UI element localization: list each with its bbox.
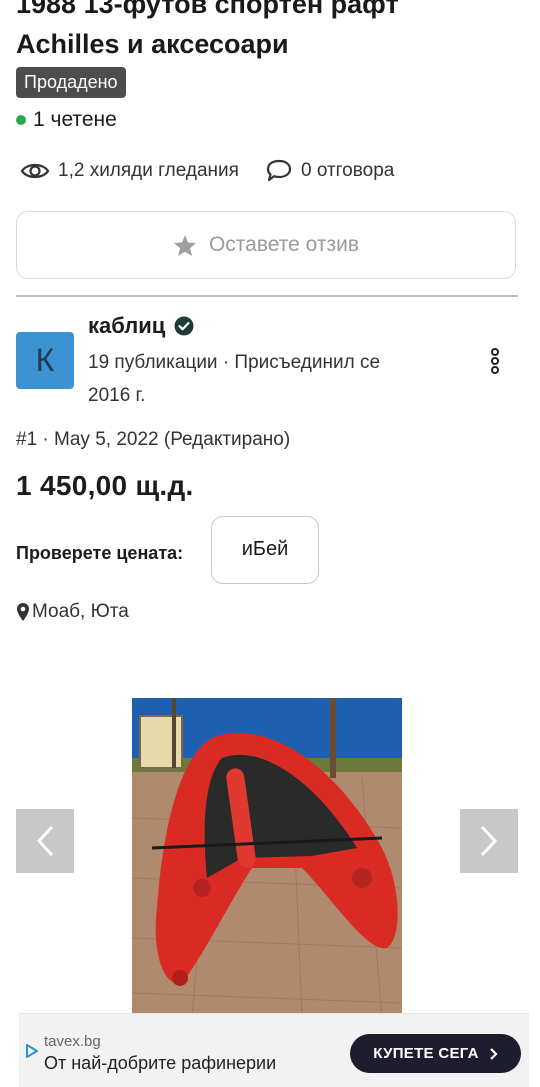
read-count: 1 четене — [16, 106, 117, 134]
check-price-label: Проверете цената: — [16, 543, 184, 563]
chevron-left-icon — [36, 825, 54, 857]
replies-text: 0 отговора — [300, 160, 395, 181]
chevron-right-icon — [480, 825, 498, 857]
replies-stat: 0 отговора — [265, 158, 394, 184]
author-name[interactable]: каблиц — [88, 313, 165, 339]
ad-buy-now-button[interactable]: КУПЕТЕ СЕГА — [350, 1034, 521, 1073]
gallery-prev-button[interactable] — [16, 809, 74, 873]
author-name-row: каблиц — [88, 313, 194, 339]
ebay-button[interactable]: иБей — [211, 516, 319, 584]
read-count-text: 1 четене — [33, 108, 117, 131]
map-pin-icon — [17, 603, 29, 621]
views-stat: 1,2 хиляди гледания — [20, 160, 239, 182]
eye-icon — [20, 163, 50, 179]
ad-domain: tavex.bg — [44, 1033, 101, 1050]
gallery-next-button[interactable] — [460, 809, 518, 873]
views-text: 1,2 хиляди гледания — [58, 160, 239, 181]
price: 1 450,00 щ.д. — [16, 470, 194, 501]
raft-image — [132, 698, 402, 1018]
star-icon — [173, 234, 196, 256]
listing-title: 1988 13-футов спортен рафт Achilles и ак… — [16, 0, 526, 64]
more-options-icon[interactable] — [485, 346, 505, 376]
section-divider — [16, 295, 518, 297]
listing-title-line-1: 1988 13-футов спортен рафт — [16, 0, 399, 19]
ad-text: От най-добрите рафинерии — [44, 1053, 277, 1073]
leave-review-label: Оставете отзив — [208, 233, 360, 256]
raft-photo[interactable] — [132, 698, 402, 1018]
verified-check-icon — [174, 316, 194, 336]
location-text: Моаб, Юта — [32, 601, 129, 622]
ad-choices-icon[interactable] — [25, 1044, 39, 1058]
post-meta: #1 · May 5, 2022 (Редактирано) — [16, 429, 291, 450]
author-avatar[interactable]: К — [16, 332, 74, 389]
author-meta: 19 публикации · Присъединил се 2016 г. — [88, 352, 381, 406]
ad-banner[interactable]: tavex.bg От най-добрите рафинерии КУПЕТЕ… — [19, 1013, 529, 1087]
sold-badge: Продадено — [16, 67, 126, 98]
leave-review-button[interactable]: Оставете отзив — [16, 211, 516, 279]
online-dot-icon — [16, 115, 26, 125]
speech-bubble-icon — [266, 159, 292, 182]
location: Моаб, Юта — [16, 601, 129, 623]
ad-cta-label: КУПЕТЕ СЕГА — [373, 1045, 479, 1062]
listing-stats: 1,2 хиляди гледания 0 отговора — [20, 158, 420, 184]
listing-title-line-2: Achilles и аксесоари — [16, 29, 289, 59]
chevron-right-icon — [489, 1047, 498, 1060]
